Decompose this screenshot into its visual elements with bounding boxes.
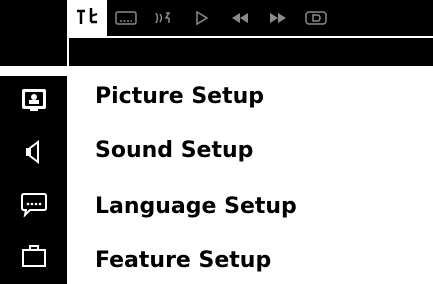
sound-setup-icon — [20, 139, 48, 169]
top-toolbar — [0, 0, 433, 66]
menu-item-picture-setup[interactable]: Picture Setup — [95, 82, 264, 112]
menu-item-sound-setup[interactable]: Sound Setup — [95, 136, 253, 166]
feature-setup-icon — [20, 243, 48, 273]
tab-audio[interactable] — [145, 3, 183, 33]
sidebar-item-picture[interactable] — [16, 84, 52, 120]
tab-subtitle[interactable] — [107, 3, 145, 33]
rewind-icon — [230, 12, 250, 24]
play-icon — [194, 10, 210, 26]
disc-icon — [305, 11, 327, 25]
settings-icon — [75, 6, 101, 30]
sidebar — [0, 76, 67, 284]
audio-signal-icon — [153, 10, 175, 26]
fast-forward-icon — [268, 12, 288, 24]
toolbar-status-bar — [67, 36, 433, 66]
tab-play[interactable] — [183, 3, 221, 33]
sidebar-item-language[interactable] — [16, 188, 52, 224]
language-setup-icon — [20, 191, 48, 221]
tab-disc[interactable] — [297, 3, 335, 33]
subtitle-icon — [115, 11, 137, 25]
menu-item-feature-setup[interactable]: Feature Setup — [95, 246, 271, 276]
tab-rewind[interactable] — [221, 3, 259, 33]
sidebar-item-sound[interactable] — [16, 136, 52, 172]
sidebar-item-feature[interactable] — [16, 240, 52, 276]
tab-fast-forward[interactable] — [259, 3, 297, 33]
toolbar-icon-row — [69, 0, 335, 36]
menu-item-language-setup[interactable]: Language Setup — [95, 192, 297, 222]
picture-setup-icon — [20, 87, 48, 117]
tab-settings[interactable] — [69, 0, 107, 36]
